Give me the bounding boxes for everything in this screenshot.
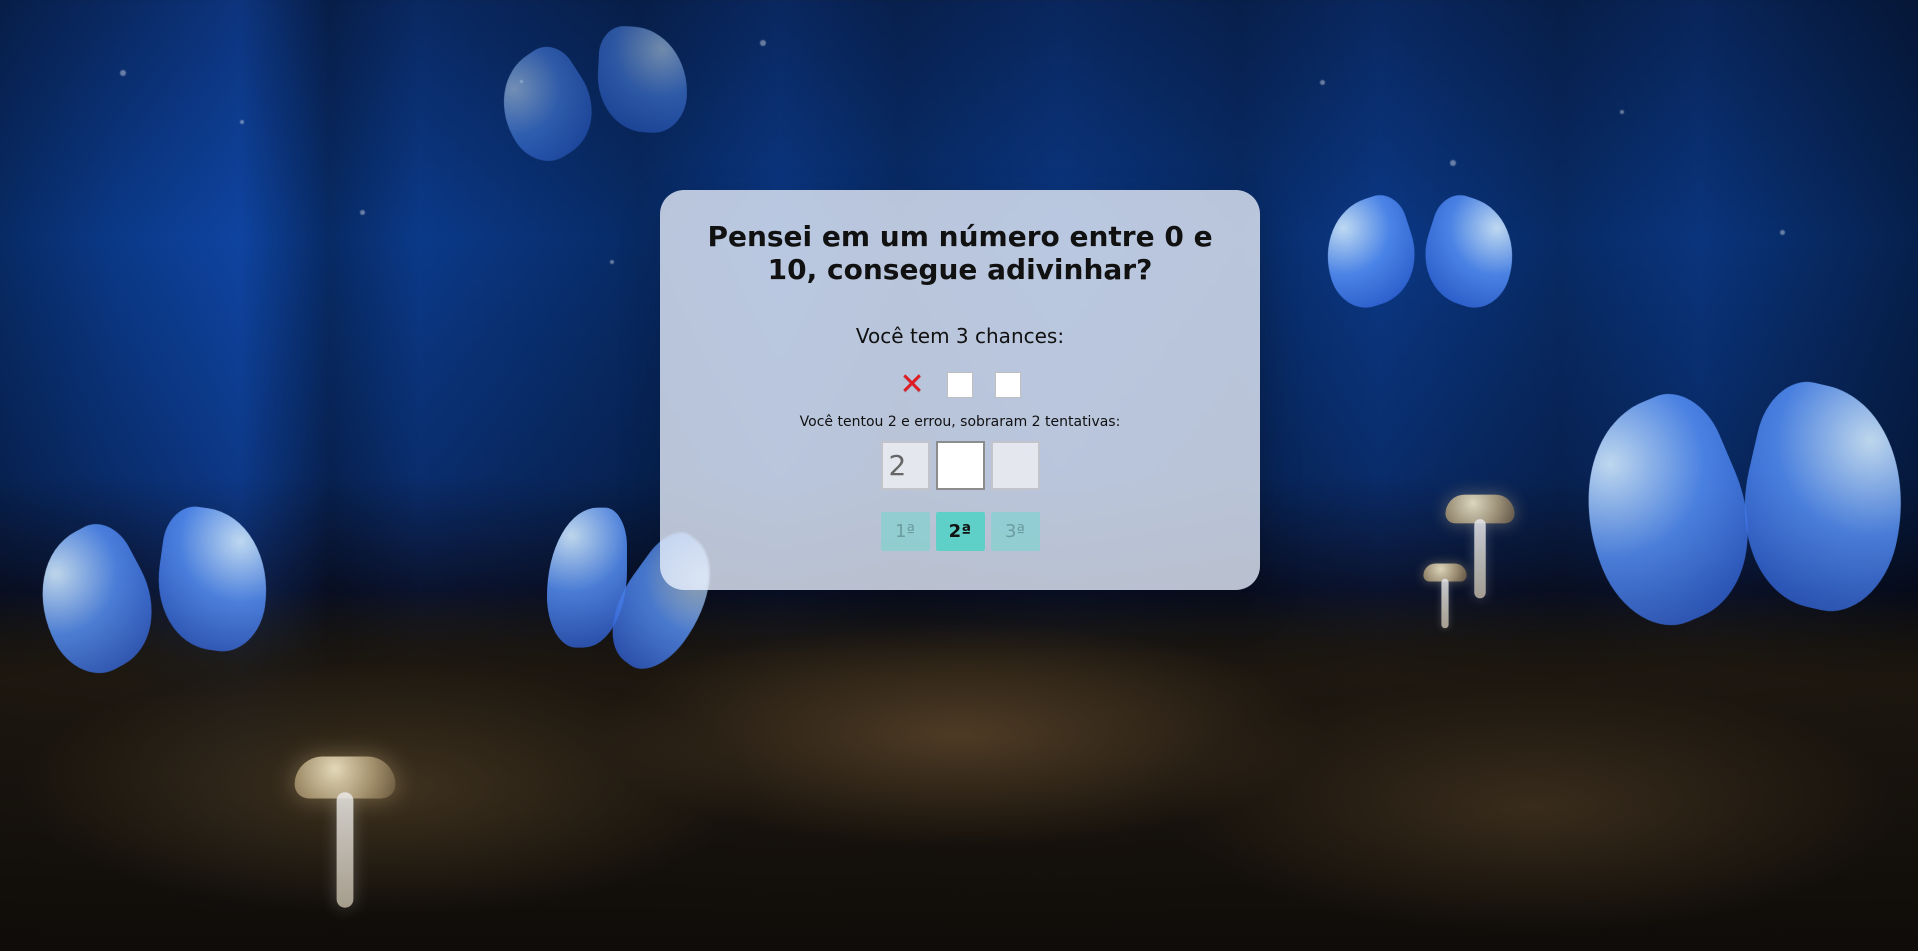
butterfly-decoration	[1310, 188, 1530, 317]
butterfly-wing	[1310, 188, 1430, 317]
game-panel: Pensei em um número entre 0 e 10, conseg…	[660, 190, 1260, 590]
bokeh-dot	[360, 210, 365, 215]
butterfly-decoration	[13, 501, 282, 689]
mushroom-decoration	[1418, 563, 1472, 629]
butterfly-decoration	[1548, 372, 1918, 645]
guess-input-2[interactable]	[935, 441, 985, 490]
background-ground	[0, 591, 1918, 951]
bokeh-dot	[1620, 110, 1624, 114]
mushroom-cap	[1423, 563, 1467, 582]
submit-button-1[interactable]: 1ª	[880, 512, 930, 551]
x-mark-icon: ✕	[899, 367, 925, 402]
butterfly-wing	[479, 36, 613, 175]
butterfly-wing	[1722, 372, 1918, 624]
bokeh-dot	[120, 70, 126, 76]
bokeh-dot	[610, 260, 614, 264]
guess-inputs	[660, 441, 1260, 490]
mushroom-decoration	[1437, 494, 1523, 599]
butterfly-decoration	[479, 17, 701, 175]
mushroom-cap	[294, 756, 396, 799]
mushroom-stem	[1441, 578, 1449, 629]
butterfly-wing	[1410, 188, 1530, 317]
mushroom-cap	[1445, 494, 1515, 524]
butterfly-wing	[13, 512, 177, 689]
butterfly-wing	[594, 24, 691, 135]
chances-indicator: ✕	[660, 367, 1260, 402]
mushroom-stem	[1474, 519, 1486, 599]
chances-label: Você tem 3 chances:	[855, 324, 1065, 348]
bokeh-dot	[1450, 160, 1456, 166]
submit-button-2[interactable]: 2ª	[935, 512, 985, 551]
mushroom-decoration	[282, 756, 408, 908]
guess-input-1[interactable]	[880, 441, 930, 490]
bokeh-dot	[1780, 230, 1785, 235]
bokeh-dot	[760, 40, 766, 46]
mushroom-stem	[336, 792, 354, 908]
butterfly-wing	[546, 507, 627, 648]
butterfly-wing	[149, 502, 278, 657]
chance-2	[947, 372, 973, 398]
game-title: Pensei em um número entre 0 e 10, conseg…	[707, 220, 1213, 286]
submit-buttons: 1ª 2ª 3ª	[660, 512, 1260, 551]
bokeh-dot	[240, 120, 244, 124]
chance-1: ✕	[899, 367, 925, 402]
bokeh-dot	[520, 80, 523, 83]
guess-input-3[interactable]	[990, 441, 1040, 490]
chance-3	[995, 372, 1021, 398]
bokeh-dot	[1320, 80, 1325, 85]
butterfly-wing	[1548, 379, 1782, 645]
status-text: Você tentou 2 e errou, sobraram 2 tentat…	[799, 414, 1121, 430]
submit-button-3[interactable]: 3ª	[990, 512, 1040, 551]
